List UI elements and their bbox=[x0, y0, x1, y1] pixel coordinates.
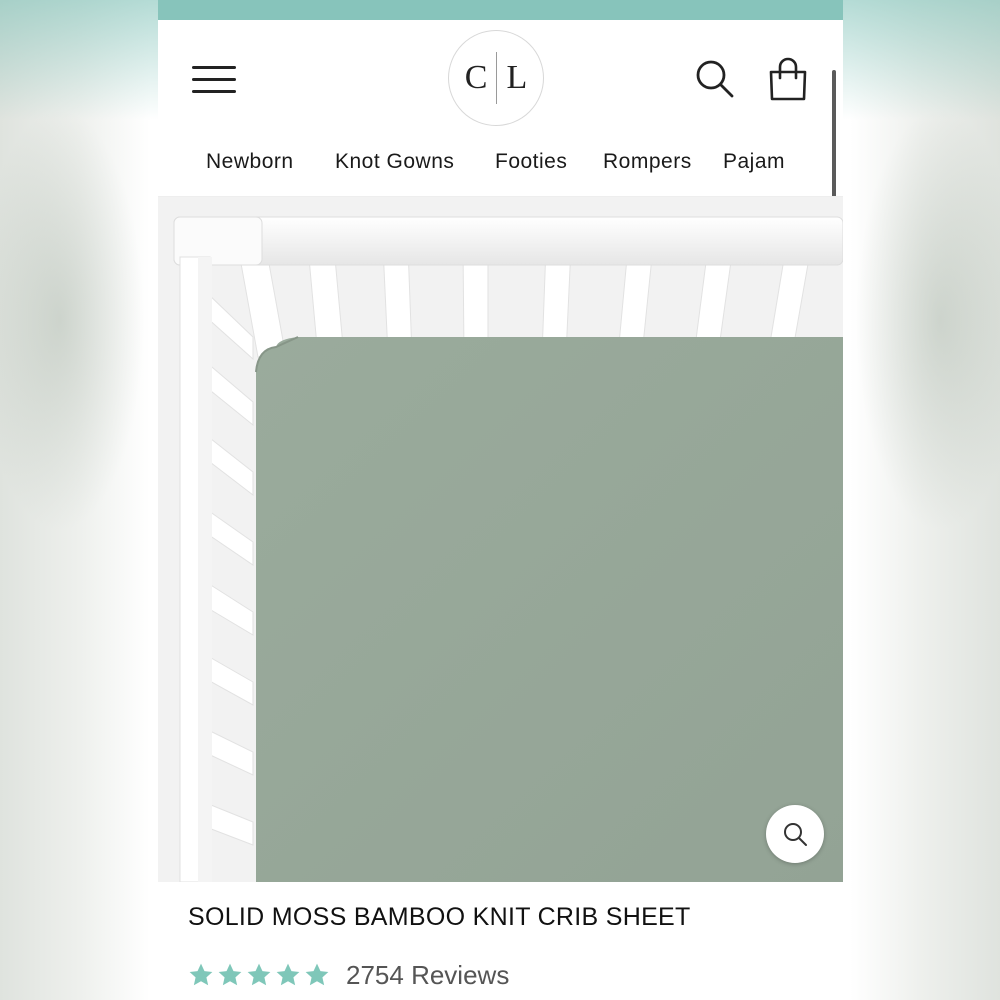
product-rating[interactable]: 2754 Reviews bbox=[188, 955, 509, 995]
logo-divider bbox=[496, 52, 498, 104]
site-header: C L bbox=[158, 20, 843, 218]
crib-sheet-illustration bbox=[158, 197, 843, 882]
menu-icon[interactable] bbox=[192, 62, 236, 96]
announcement-bar bbox=[158, 0, 843, 20]
nav-item-rompers[interactable]: Rompers bbox=[603, 150, 692, 174]
reviews-link[interactable]: 2754 Reviews bbox=[346, 960, 509, 991]
rating-stars bbox=[188, 962, 330, 988]
product-image[interactable] bbox=[158, 197, 843, 882]
product-title: SOLID MOSS BAMBOO KNIT CRIB SHEET bbox=[188, 903, 691, 931]
nav-item-newborn[interactable]: Newborn bbox=[206, 150, 294, 174]
nav-item-knot-gowns[interactable]: Knot Gowns bbox=[335, 150, 454, 174]
nav-item-footies[interactable]: Footies bbox=[495, 150, 567, 174]
search-icon[interactable] bbox=[694, 58, 736, 100]
logo-letter-right: L bbox=[506, 59, 528, 96]
nav-item-pajamas[interactable]: Pajam bbox=[723, 150, 785, 174]
star-icon bbox=[247, 963, 271, 986]
category-nav: Newborn Knot Gowns Footies Rompers Pajam bbox=[158, 140, 843, 197]
star-icon bbox=[276, 963, 300, 986]
site-logo[interactable]: C L bbox=[448, 30, 544, 126]
star-icon bbox=[218, 963, 242, 986]
star-icon bbox=[189, 963, 213, 986]
phone-screen: C L Newborn Knot Gowns Footies Rompers P… bbox=[158, 0, 843, 1000]
zoom-icon[interactable] bbox=[766, 805, 824, 863]
star-icon bbox=[305, 963, 329, 986]
logo-letter-left: C bbox=[464, 59, 488, 96]
bag-icon[interactable] bbox=[766, 56, 810, 102]
